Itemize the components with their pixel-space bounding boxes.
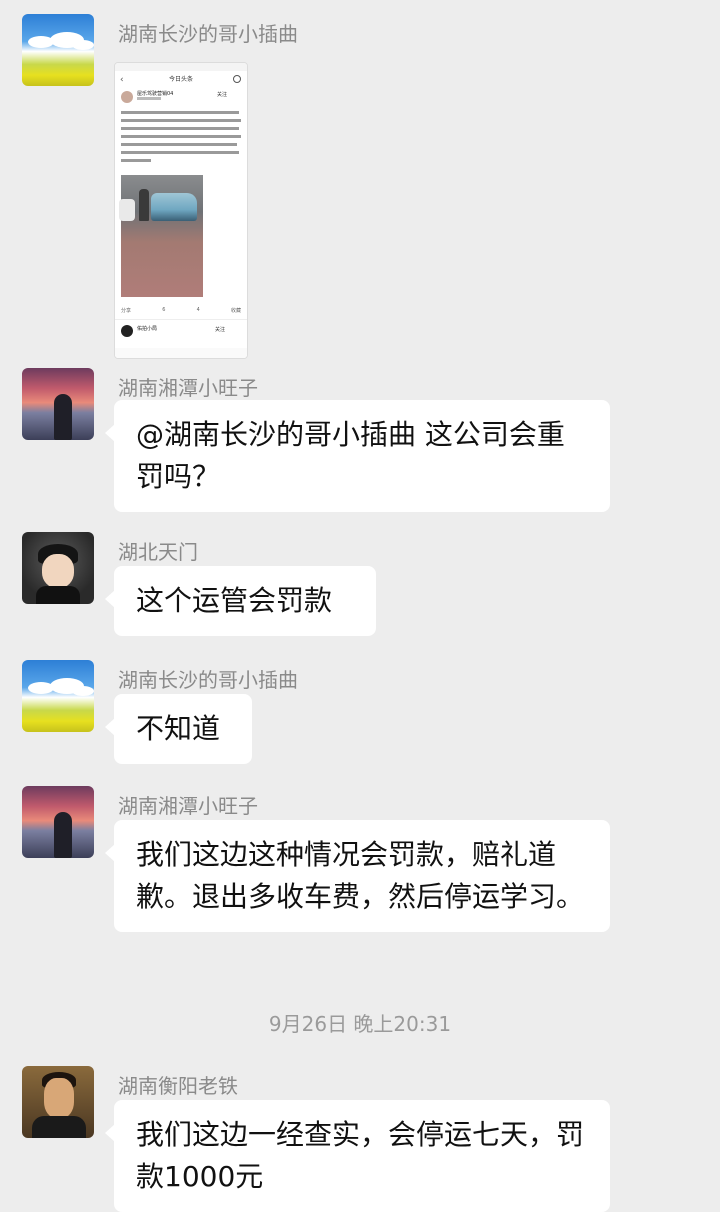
avatar-landscape[interactable] xyxy=(22,14,94,86)
commenter-name: 佑拍小局 xyxy=(137,326,158,332)
news-app-title: 今日头条 xyxy=(168,76,193,83)
news-actions: 分享 6 4 收藏 xyxy=(121,307,241,314)
sender-name: 湖南衡阳老铁 xyxy=(118,1074,238,1098)
follow-label: 关注 xyxy=(216,92,227,98)
avatar-sunset[interactable] xyxy=(22,368,94,440)
sender-name: 湖南湘潭小旺子 xyxy=(118,376,258,400)
sender-name: 湖北天门 xyxy=(118,540,198,564)
sender-name: 湖南湘潭小旺子 xyxy=(118,794,258,818)
avatar-landscape[interactable] xyxy=(22,660,94,732)
shared-news-screenshot[interactable]: ‹ 今日头条 屋乐驾驶营销04 关注 分享 6 4 收藏 佑拍小局 关注 xyxy=(114,62,248,359)
author-name: 屋乐驾驶营销04 xyxy=(137,91,174,97)
message-bubble[interactable]: 我们这边这种情况会罚款，赔礼道歉。退出多收车费，然后停运学习。 xyxy=(105,820,610,932)
message-bubble[interactable]: @湖南长沙的哥小插曲 这公司会重罚吗？ xyxy=(105,400,610,512)
commenter-avatar xyxy=(121,325,133,337)
avatar-sunset[interactable] xyxy=(22,786,94,858)
message-bubble[interactable]: 这个运管会罚款 xyxy=(105,566,376,636)
message-bubble[interactable]: 我们这边一经查实，会停运七天，罚款1000元 xyxy=(105,1100,610,1212)
author-avatar xyxy=(121,91,133,103)
avatar-man[interactable] xyxy=(22,1066,94,1138)
sender-name: 湖南长沙的哥小插曲 xyxy=(118,668,298,692)
sender-name: 湖南长沙的哥小插曲 xyxy=(118,22,298,46)
message-bubble[interactable]: 不知道 xyxy=(105,694,252,764)
avatar-cartoon[interactable] xyxy=(22,532,94,604)
search-icon xyxy=(233,75,241,83)
commenter-follow: 关注 xyxy=(214,327,225,333)
chat-timestamp: 9月26日 晚上20:31 xyxy=(268,1012,452,1036)
